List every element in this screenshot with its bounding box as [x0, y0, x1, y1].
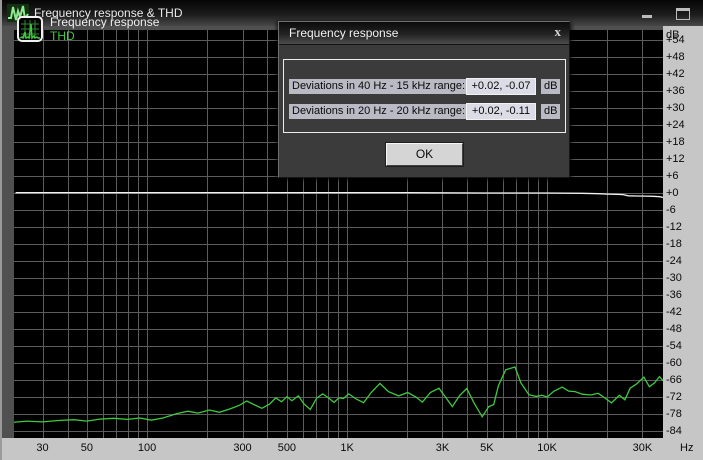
- deviation-40hz-15khz-label: Deviations in 40 Hz - 15 kHz range:: [289, 79, 469, 94]
- y-axis-label: +6: [666, 170, 679, 182]
- y-axis-label: +30: [666, 102, 685, 114]
- y-axis: dB +54 +48 +42 +36 +30 +24 +18 +12 +6 +0 -6 -12 -18-…: [663, 26, 703, 460]
- deviation-20hz-20khz-label: Deviations in 20 Hz - 20 kHz range:: [289, 104, 469, 119]
- x-axis-label: 1K: [340, 442, 354, 454]
- y-axis-label: -36: [666, 289, 682, 301]
- y-axis-label: -42: [666, 306, 682, 318]
- y-axis-label: +54: [666, 34, 685, 46]
- y-axis-label: -54: [666, 340, 682, 352]
- frequency-response-dialog: Frequency response x Deviations in 40 Hz…: [278, 21, 570, 178]
- legend-frequency-response[interactable]: Frequency response: [50, 15, 159, 29]
- spectrum-icon: [17, 16, 43, 42]
- y-axis-label: -78: [666, 408, 682, 420]
- y-axis-label: +24: [666, 119, 685, 131]
- x-axis-label: 3K: [435, 442, 450, 454]
- y-axis-label: -30: [666, 272, 682, 284]
- y-axis-label: +36: [666, 85, 685, 97]
- dialog-title: Frequency response: [289, 26, 399, 40]
- dialog-group-frame: [283, 59, 566, 133]
- y-axis-label: -6: [666, 204, 676, 216]
- maximize-icon: [676, 8, 690, 20]
- y-axis-label: +42: [666, 68, 685, 80]
- legend-thd[interactable]: THD: [50, 29, 75, 43]
- y-axis-label: +48: [666, 51, 685, 63]
- x-axis-label: 30K: [632, 442, 653, 454]
- x-axis-label: 30: [36, 442, 49, 454]
- x-axis-label: 300: [233, 442, 252, 454]
- deviation-20hz-20khz-value: +0.02, -0.11: [466, 103, 536, 120]
- y-axis-label: -72: [666, 391, 682, 403]
- x-axis-label: 100: [137, 442, 157, 454]
- deviation-20hz-20khz-unit: dB: [541, 104, 561, 119]
- x-axis-label: 5K: [480, 442, 494, 454]
- y-axis-label: -18: [666, 238, 682, 250]
- x-axis-label: 10K: [537, 442, 557, 454]
- minimize-icon: [642, 15, 652, 18]
- close-icon[interactable]: x: [555, 24, 562, 40]
- y-axis-label: -66: [666, 374, 682, 386]
- y-axis-label: -48: [666, 323, 682, 335]
- x-axis-label: 50: [80, 442, 94, 454]
- ok-button[interactable]: OK: [385, 142, 464, 167]
- x-axis-unit: Hz: [680, 442, 694, 454]
- deviation-40hz-15khz-value: +0.02, -0.07: [466, 78, 536, 95]
- x-axis-label: 500: [277, 442, 297, 454]
- deviation-40hz-15khz-unit: dB: [541, 79, 561, 94]
- y-axis-label: -60: [666, 357, 682, 369]
- y-axis-label: -84: [666, 425, 682, 437]
- maximize-button[interactable]: [675, 7, 691, 20]
- dialog-titlebar: Frequency response x: [279, 22, 569, 45]
- y-axis-label: -24: [666, 255, 682, 267]
- app-window: Frequency response & THD dB +54 +48 +42 +36…: [0, 0, 703, 460]
- x-axis: Hz 30 50 100 300 500 1K 3K 5K 10K 30K: [2, 438, 703, 460]
- y-axis-label: -12: [666, 221, 682, 233]
- y-axis-label: +0: [666, 187, 679, 199]
- y-axis-label: +12: [666, 153, 685, 165]
- y-axis-label: +18: [666, 136, 685, 148]
- minimize-button[interactable]: [640, 7, 656, 20]
